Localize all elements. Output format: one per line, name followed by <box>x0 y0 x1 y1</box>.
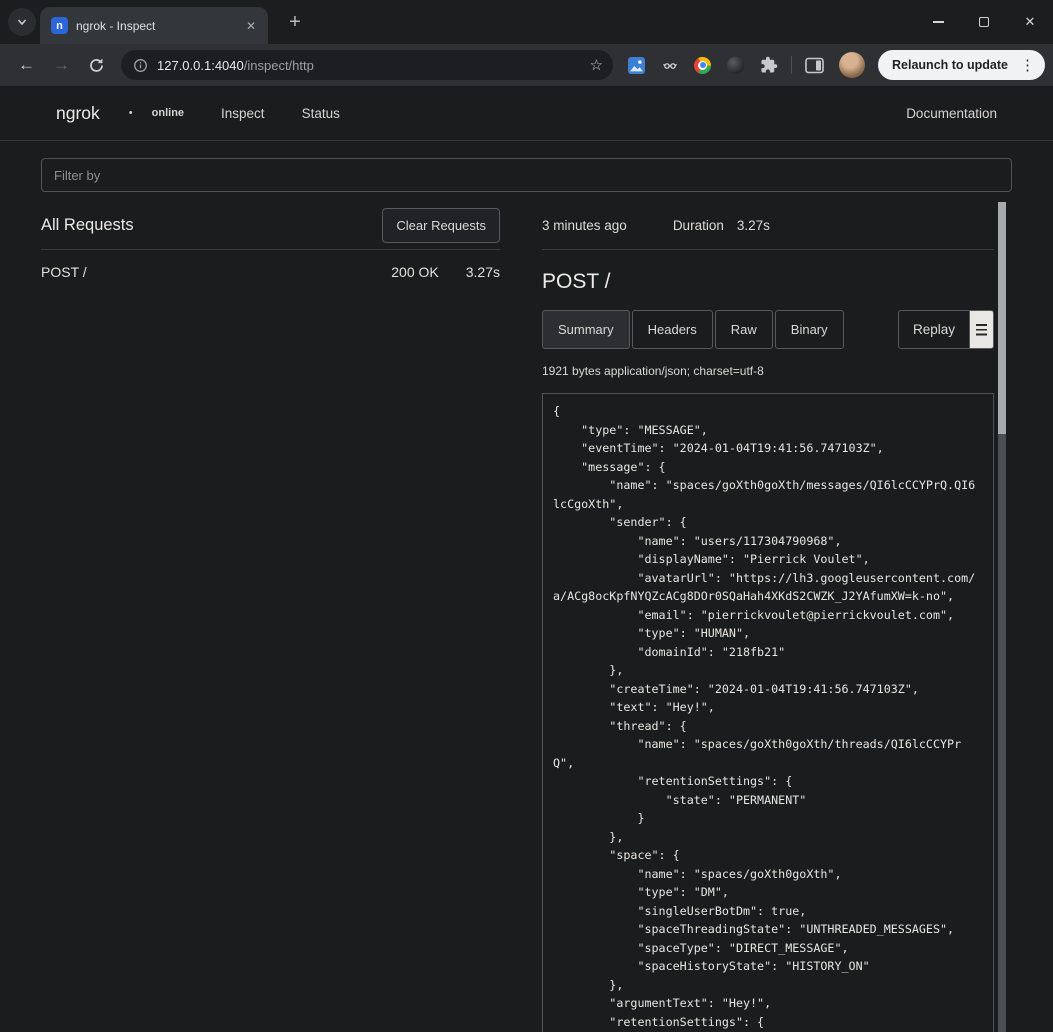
minimize-icon <box>933 21 944 23</box>
back-button[interactable]: ← <box>10 49 43 81</box>
request-time-ago: 3 minutes ago <box>542 218 627 233</box>
request-detail-panel: 3 minutes ago Duration 3.27s POST / Summ… <box>542 202 1012 1032</box>
tab-binary[interactable]: Binary <box>775 310 844 349</box>
ngrok-favicon-icon: n <box>51 17 68 34</box>
extension-glasses-icon[interactable] <box>654 50 685 80</box>
replay-dropdown-button[interactable] <box>970 310 994 349</box>
back-icon: ← <box>18 55 35 75</box>
duration-value: 3.27s <box>737 218 770 233</box>
tab-close-icon[interactable]: ✕ <box>242 17 260 35</box>
relaunch-to-update-button[interactable]: Relaunch to update ⋮ <box>878 50 1045 80</box>
filter-input[interactable] <box>41 158 1012 192</box>
reload-button[interactable] <box>80 49 113 81</box>
menu-lines-icon <box>976 324 987 336</box>
duration-label: Duration <box>673 218 724 233</box>
chevron-down-icon <box>16 16 28 28</box>
tab-raw[interactable]: Raw <box>715 310 773 349</box>
nav-item-inspect[interactable]: Inspect <box>221 106 265 121</box>
extension-chrome-icon[interactable] <box>687 50 718 80</box>
detail-scrollbar[interactable] <box>998 202 1006 1032</box>
nav-item-documentation[interactable]: Documentation <box>906 106 997 121</box>
detail-title: POST / <box>542 270 994 294</box>
request-body-json: { "type": "MESSAGE", "eventTime": "2024-… <box>542 393 994 1032</box>
forward-button[interactable]: → <box>45 49 78 81</box>
extensions-menu-button[interactable] <box>753 50 784 80</box>
ngrok-logo[interactable]: ngrok <box>56 103 100 124</box>
extension-globe-icon[interactable] <box>720 50 751 80</box>
maximize-icon <box>979 17 989 27</box>
replay-button[interactable]: Replay <box>898 310 970 349</box>
site-info-icon[interactable] <box>133 58 148 73</box>
tab-strip: n ngrok - Inspect ✕ + ✕ <box>0 0 1053 44</box>
nav-item-status[interactable]: Status <box>302 106 340 121</box>
relaunch-label: Relaunch to update <box>892 58 1008 72</box>
tab-search-button[interactable] <box>8 8 36 36</box>
request-status: 200 OK <box>391 264 438 280</box>
window-controls: ✕ <box>915 0 1053 44</box>
extension-screenshot-icon[interactable] <box>621 50 652 80</box>
browser-tab[interactable]: n ngrok - Inspect ✕ <box>40 7 268 44</box>
new-tab-button[interactable]: + <box>282 9 308 35</box>
detail-tabs: Summary Headers Raw Binary Replay <box>542 310 994 349</box>
reload-icon <box>88 57 105 74</box>
tab-title: ngrok - Inspect <box>76 19 234 33</box>
url-path: /inspect/http <box>244 58 314 73</box>
request-row[interactable]: POST / 200 OK 3.27s <box>41 250 500 294</box>
content-columns: All Requests Clear Requests POST / 200 O… <box>0 192 1053 1032</box>
puzzle-piece-icon <box>760 56 778 74</box>
close-button[interactable]: ✕ <box>1007 0 1053 44</box>
toolbar-separator <box>791 56 792 74</box>
detail-header: 3 minutes ago Duration 3.27s <box>542 202 994 250</box>
url-text[interactable]: 127.0.0.1:4040/inspect/http <box>157 58 581 73</box>
ngrok-inspect-page: ngrok • online Inspect Status Documentat… <box>0 86 1053 1032</box>
side-panel-button[interactable] <box>799 50 830 80</box>
ngrok-header: ngrok • online Inspect Status Documentat… <box>0 86 1053 141</box>
side-panel-icon <box>805 57 824 74</box>
maximize-button[interactable] <box>961 0 1007 44</box>
bookmark-star-icon[interactable]: ☆ <box>590 56 603 74</box>
replay-button-group: Replay <box>898 310 994 349</box>
online-status-badge: online <box>152 107 184 119</box>
request-list-panel: All Requests Clear Requests POST / 200 O… <box>41 202 500 294</box>
browser-toolbar: ← → 127.0.0.1:4040/inspect/http ☆ Relaun… <box>0 44 1053 86</box>
dark-globe-icon <box>727 57 744 74</box>
photo-icon <box>628 57 645 74</box>
scrollbar-thumb[interactable] <box>998 202 1006 434</box>
profile-avatar[interactable] <box>839 52 865 78</box>
request-row-metrics: 200 OK 3.27s <box>391 264 500 280</box>
minimize-button[interactable] <box>915 0 961 44</box>
request-duration: 3.27s <box>466 264 500 280</box>
clear-requests-button[interactable]: Clear Requests <box>382 208 500 243</box>
browser-menu-icon[interactable]: ⋮ <box>1017 56 1038 74</box>
filter-row <box>0 141 1053 192</box>
chrome-logo-icon <box>694 57 711 74</box>
close-icon: ✕ <box>1025 14 1036 30</box>
url-host: 127.0.0.1:4040 <box>157 58 244 73</box>
glasses-icon <box>661 56 679 74</box>
tab-summary[interactable]: Summary <box>542 310 630 349</box>
status-dot: • <box>129 107 133 119</box>
request-list-header: All Requests Clear Requests <box>41 202 500 250</box>
content-meta: 1921 bytes application/json; charset=utf… <box>542 364 994 378</box>
forward-icon: → <box>53 55 70 75</box>
address-bar[interactable]: 127.0.0.1:4040/inspect/http ☆ <box>121 50 613 80</box>
all-requests-title: All Requests <box>41 216 134 235</box>
request-method-path: POST / <box>41 264 87 280</box>
tab-headers[interactable]: Headers <box>632 310 713 349</box>
